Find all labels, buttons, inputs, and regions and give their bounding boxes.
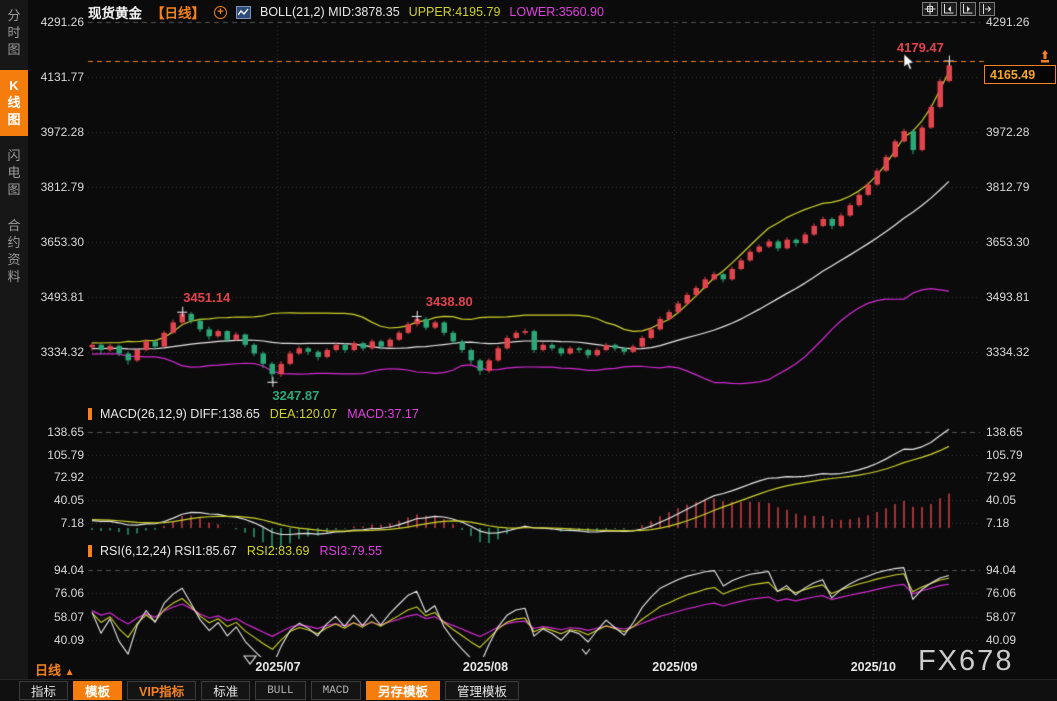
price-axis-tick: 4131.77 [34,70,84,84]
symbol-name: 现货黄金 [88,2,142,22]
macd-dea-label: DEA:120.07 [270,407,337,421]
macd-axis-tick: 72.92 [34,470,84,484]
macd-axis-tick: 40.05 [986,493,1016,507]
period-tag[interactable]: 【日线】 [151,2,205,22]
price-axis-tick: 3972.28 [34,125,84,139]
boll-upper-label: UPPER:4195.79 [409,5,501,19]
expand-x-icon[interactable] [960,2,976,16]
price-axis-tick: 3653.30 [34,235,84,249]
boll-lower-label: LOWER:3560.90 [509,5,604,19]
price-axis-tick: 3493.81 [986,290,1029,304]
macd-caption-row: MACD(26,12,9) DIFF:138.65 DEA:120.07 MAC… [88,407,419,421]
chart-toolbar-icons [922,2,995,16]
sidebar-tab-分时图[interactable]: 分时图 [0,0,28,66]
price-alert-pin-icon[interactable] [1039,50,1051,69]
period-dropdown[interactable]: 日线 ▲ [35,660,75,679]
sidebar-tab-label: 闪电图 [7,147,22,198]
boll-mid-label: BOLL(21,2) MID:3878.35 [260,5,400,19]
toolbar-button-BULL[interactable]: BULL [255,681,305,700]
candlestick-chart-canvas[interactable] [0,0,1057,701]
sidebar-tab-合约资料[interactable]: 合约资料 [0,210,28,293]
rsi-axis-tick: 58.07 [34,610,84,624]
x-axis-month-label: 2025/07 [255,660,300,674]
toolbar-button-标准[interactable]: 标准 [201,681,250,700]
sidebar-tab-闪电图[interactable]: 闪电图 [0,140,28,206]
macd-axis-tick: 7.18 [34,516,84,530]
toolbar-button-指标[interactable]: 指标 [19,681,68,700]
rsi-axis-tick: 40.09 [34,633,84,647]
toolbar-button-管理模板[interactable]: 管理模板 [445,681,519,700]
rsi-axis-tick: 94.04 [34,563,84,577]
price-axis-tick: 3812.79 [34,180,84,194]
rsi3-label: RSI3:79.55 [319,544,382,558]
sidebar-tab-K线图[interactable]: K线图 [0,70,28,136]
fx678-watermark: FX678 [918,645,1013,678]
x-axis-month-label: 2025/08 [463,660,508,674]
price-axis-tick: 3334.32 [986,345,1029,359]
price-axis-tick: 3653.30 [986,235,1029,249]
chart-type-sidebar: 分时图 K线图闪电图合约资料 [0,0,28,679]
rsi-axis-tick: 76.06 [986,586,1016,600]
price-axis-tick: 4291.26 [986,15,1029,29]
crosshair-icon[interactable] [922,2,938,16]
toolbar-button-另存模板[interactable]: 另存模板 [366,681,440,700]
price-axis-tick: 3493.81 [34,290,84,304]
sidebar-tab-label: 分时图 [7,7,22,58]
macd-axis-tick: 138.65 [34,425,84,439]
pan-right-icon[interactable] [979,2,995,16]
price-extreme-annotation: 3451.14 [183,290,230,305]
macd-axis-tick: 40.05 [34,493,84,507]
chart-style-icon[interactable] [236,6,251,19]
macd-axis-tick: 138.65 [986,425,1023,439]
price-axis-tick: 3334.32 [34,345,84,359]
macd-axis-tick: 105.79 [34,448,84,462]
toolbar-button-MACD[interactable]: MACD [311,681,361,700]
x-axis-month-label: 2025/09 [652,660,697,674]
rsi1-label: RSI(6,12,24) RSI1:85.67 [100,544,237,558]
compress-x-icon[interactable] [941,2,957,16]
period-dropdown-arrow-icon: ▲ [65,667,75,678]
pane-collapse-handle[interactable] [88,408,92,420]
macd-axis-tick: 105.79 [986,448,1023,462]
price-axis-tick: 3972.28 [986,125,1029,139]
price-extreme-annotation: 3247.87 [272,388,319,403]
rsi-caption-row: RSI(6,12,24) RSI1:85.67 RSI2:83.69 RSI3:… [88,544,382,558]
toolbar-button-模板[interactable]: 模板 [73,681,122,700]
price-extreme-annotation: 4179.47 [897,40,944,55]
price-axis-tick: 3812.79 [986,180,1029,194]
sidebar-tab-label: 合约资料 [7,217,22,285]
rsi2-label: RSI2:83.69 [247,544,310,558]
macd-axis-tick: 72.92 [986,470,1016,484]
price-axis-tick: 4291.26 [34,15,84,29]
toolbar-button-VIP指标[interactable]: VIP指标 [127,681,196,700]
pane-collapse-handle[interactable] [88,545,92,557]
macd-diff-label: MACD(26,12,9) DIFF:138.65 [100,407,260,421]
x-axis-month-label: 2025/10 [851,660,896,674]
add-indicator-icon[interactable]: + [214,6,227,19]
rsi-axis-tick: 94.04 [986,563,1016,577]
price-extreme-annotation: 3438.80 [426,294,473,309]
chart-header: 现货黄金 【日线】 + BOLL(21,2) MID:3878.35 UPPER… [88,3,604,21]
period-dropdown-label: 日线 [35,663,61,678]
rsi-axis-tick: 76.06 [34,586,84,600]
indicator-toolbar: 指标模板 VIP指标标准 BULL MACD 另存模板管理模板 [0,679,1057,701]
fx678-chart-app: { "colors": { "accent": "#f5821e", "up":… [0,0,1057,701]
macd-macd-label: MACD:37.17 [347,407,419,421]
rsi-axis-tick: 58.07 [986,610,1016,624]
sidebar-tab-label: K线图 [7,77,22,128]
macd-axis-tick: 7.18 [986,516,1009,530]
